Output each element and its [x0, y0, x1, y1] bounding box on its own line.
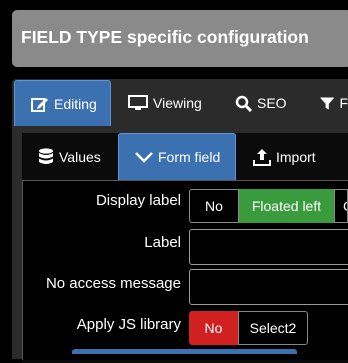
tab-values-label: Values	[59, 148, 101, 165]
display-label-option-no[interactable]: No	[189, 189, 239, 223]
display-label-option-floated-left-text: Floated left	[251, 198, 322, 214]
display-label-label: Display label	[95, 192, 181, 209]
apply-js-library-option-no-text: No	[204, 320, 223, 336]
display-label-option-c-text: C	[343, 198, 347, 214]
monitor-icon	[128, 95, 148, 110]
chevron-down-icon	[135, 152, 153, 163]
apply-js-library-option-no[interactable]: No	[189, 311, 238, 345]
label-input[interactable]	[189, 229, 348, 265]
tab-filter[interactable]: F	[306, 80, 348, 126]
tab-seo-label: SEO	[257, 95, 287, 111]
page-title-text: FIELD TYPE specific configuration	[21, 27, 309, 47]
tab-form-field[interactable]: Form field	[118, 133, 236, 180]
no-access-message-input[interactable]	[189, 269, 348, 305]
tab-editing-label: Editing	[54, 95, 97, 112]
tab-import[interactable]: Import	[240, 133, 330, 180]
no-access-message-label: No access message	[45, 275, 181, 292]
next-section-edge	[72, 349, 297, 354]
label-label: Label	[144, 234, 181, 251]
display-label-option-c[interactable]: C	[334, 189, 348, 223]
tab-values[interactable]: Values	[22, 133, 118, 180]
display-label-option-floated-left[interactable]: Floated left	[239, 189, 334, 223]
filter-icon	[320, 96, 335, 110]
tab-form-field-label: Form field	[158, 149, 221, 165]
tab-seo[interactable]: SEO	[222, 80, 302, 126]
display-label-option-no-text: No	[205, 198, 223, 214]
page-title: FIELD TYPE specific configuration	[12, 10, 348, 67]
apply-js-library-label: Apply JS library	[76, 316, 181, 333]
apply-js-library-option-select2-text: Select2	[249, 320, 297, 336]
tab-editing[interactable]: Editing	[14, 80, 111, 126]
database-icon	[39, 147, 53, 164]
search-icon	[235, 95, 252, 112]
upload-icon	[253, 148, 271, 166]
tab-filter-label: F	[339, 95, 348, 111]
apply-js-library-option-select2[interactable]: Select2	[238, 311, 308, 345]
tab-import-label: Import	[276, 148, 316, 165]
edit-icon	[31, 97, 48, 112]
tab-viewing-label: Viewing	[153, 95, 202, 111]
tab-viewing[interactable]: Viewing	[116, 80, 216, 126]
